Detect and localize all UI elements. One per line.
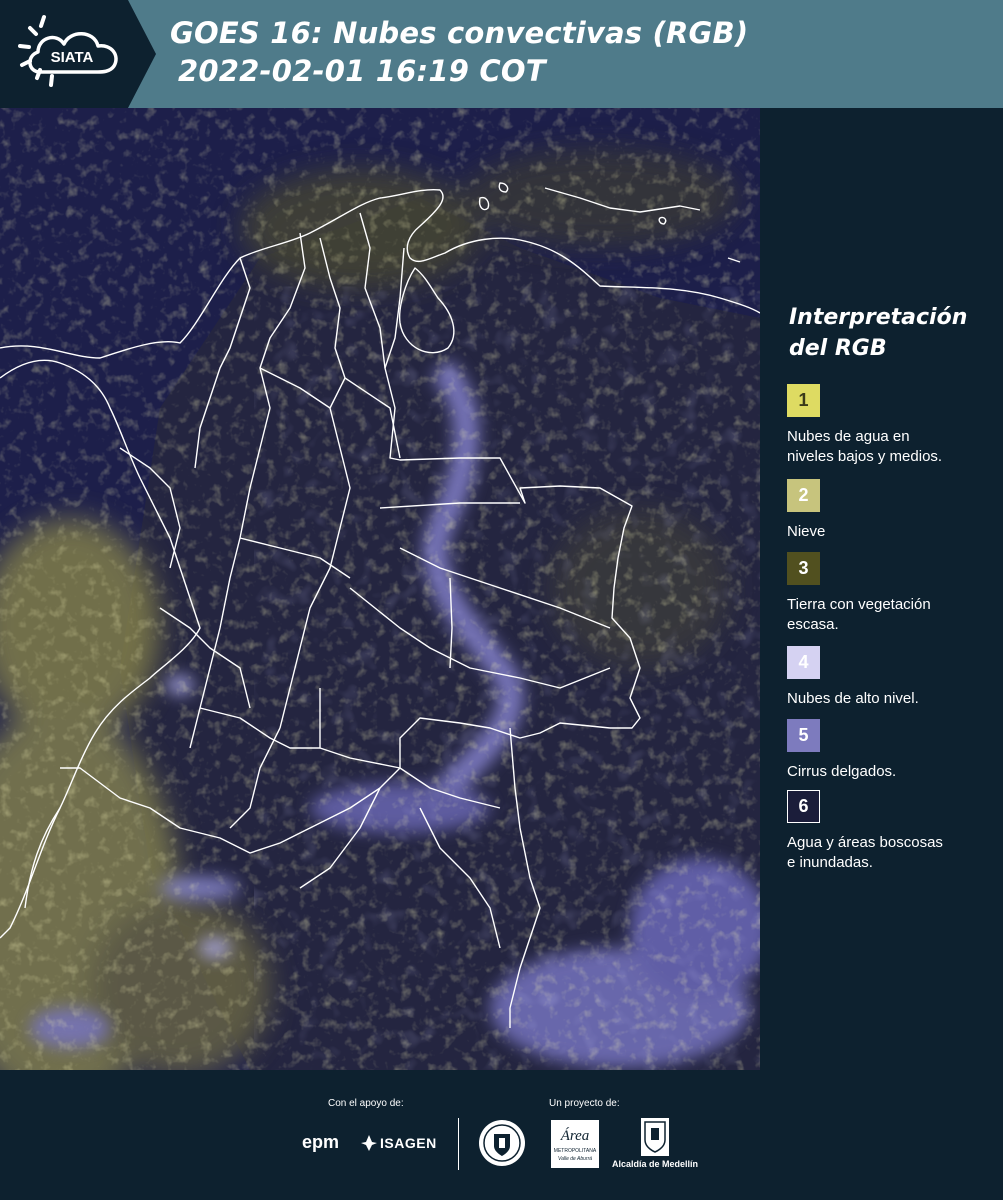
logo-text: SIATA [51, 49, 94, 66]
siata-logo[interactable]: SIATA [0, 0, 156, 108]
legend-swatch: 6 [787, 790, 820, 823]
header: SIATA GOES 16: Nubes convectivas (RGB) 2… [0, 0, 1003, 108]
legend-title-line1: Interpretación [789, 305, 968, 330]
isagen-text: ISAGEN [380, 1135, 437, 1151]
support-label: Con el apoyo de: [328, 1098, 404, 1109]
logo-badge: SIATA [0, 0, 156, 108]
legend-label: Cirrus delgados. [787, 763, 897, 780]
legend-item-1: 1 Nubes de agua en niveles bajos y medio… [787, 384, 997, 467]
legend-label: Nieve [787, 523, 826, 540]
footer-divider [458, 1118, 459, 1170]
legend-label: Nubes de agua en niveles bajos y medios. [787, 428, 943, 465]
epm-logo[interactable]: epm [302, 1132, 339, 1153]
page-subtitle-datetime: 2022-02-01 16:19 COT [178, 54, 546, 88]
legend-item-4: 4 Nubes de alto nivel. [787, 646, 997, 709]
legend-swatch: 1 [787, 384, 820, 417]
area-metropolitana-logo[interactable]: Área METROPOLITANA Valle de Aburrá [551, 1120, 599, 1168]
alcaldia-shield-icon[interactable] [641, 1118, 669, 1156]
footer: Con el apoyo de: Un proyecto de: epm ISA… [0, 1070, 1003, 1200]
satellite-image [0, 108, 760, 1070]
legend-swatch: 3 [787, 552, 820, 585]
legend-item-3: 3 Tierra con vegetación escasa. [787, 552, 997, 635]
legend-label: Agua y áreas boscosas e inundadas. [787, 834, 943, 871]
isagen-icon [361, 1135, 377, 1151]
legend-item-5: 5 Cirrus delgados. [787, 719, 997, 782]
legend-title: Interpretación del RGB [789, 302, 999, 364]
satellite-map[interactable] [0, 108, 760, 1070]
project-label: Un proyecto de: [549, 1098, 620, 1109]
legend-title-line2: del RGB [789, 336, 887, 361]
medellin-seal-logo[interactable] [477, 1118, 527, 1173]
seal-icon [479, 1120, 525, 1166]
page-title: GOES 16: Nubes convectivas (RGB) [170, 16, 749, 50]
legend-swatch: 4 [787, 646, 820, 679]
alcaldia-text: Alcaldía de Medellín [612, 1159, 699, 1169]
legend-item-6: 6 Agua y áreas boscosas e inundadas. [787, 790, 997, 873]
legend-item-2: 2 Nieve [787, 479, 997, 542]
legend-label: Nubes de alto nivel. [787, 690, 919, 707]
legend-label: Tierra con vegetación escasa. [787, 596, 931, 633]
legend-swatch: 2 [787, 479, 820, 512]
legend-swatch: 5 [787, 719, 820, 752]
legend-panel: Interpretación del RGB 1 Nubes de agua e… [760, 108, 1003, 1070]
